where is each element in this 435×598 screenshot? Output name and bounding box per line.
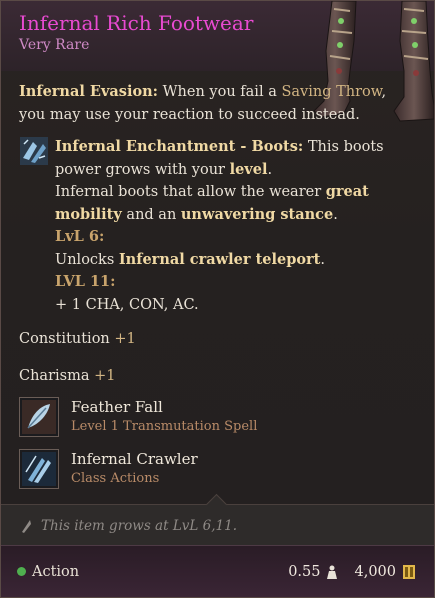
crawler-teleport-keyword: Infernal crawler teleport [118,250,321,268]
level-11-label: LVL 11: [55,273,116,290]
stat-charisma: Charisma +1 [19,365,416,388]
stat-label: Charisma [19,367,90,384]
stat-label: Constitution [19,331,110,347]
tooltip-pointer [205,493,228,516]
action-indicator: Action [17,564,79,580]
passive-text-a: When you fail a [158,84,282,100]
spell-feather-fall[interactable]: Feather Fall Level 1 Transmutation Spell [19,397,416,441]
passive-description: Infernal Evasion: When you fail a Saving… [19,81,416,126]
unwavering-stance-keyword: unwavering stance [180,205,334,223]
action-label: Action [32,563,80,580]
item-values: 0.55 4,000 [288,564,416,580]
price-value: 4,000 [354,563,396,580]
level-6-text-b: . [320,251,325,268]
weight-icon [327,565,338,579]
action-dot-icon [17,567,26,576]
level-6-text: Unlocks Infernal crawler teleport. [55,249,416,272]
stat-bonus: +1 [114,331,136,347]
level-11-text: + 1 CHA, CON, AC. [55,296,199,313]
saving-throw-link[interactable]: Saving Throw [281,84,381,100]
enchantment-detail: Infernal boots that allow the wearer gre… [55,181,416,226]
spell-subtitle: Class Actions [71,471,160,486]
detail-text-c: . [333,206,338,223]
enchantment-summary: Infernal Enchantment - Boots: This boots… [55,136,416,181]
enchantment-name: Infernal Enchantment - Boots: [55,138,304,155]
level-6-text-a: Unlocks [55,251,119,268]
tooltip-body: Infernal Evasion: When you fail a Saving… [1,71,434,493]
feather-icon [19,397,59,437]
item-tooltip: Infernal Rich Footwear Very Rare Inferna… [0,0,435,598]
level-keyword: level [229,160,268,178]
tooltip-header: Infernal Rich Footwear Very Rare [1,1,434,122]
spell-infernal-crawler[interactable]: Infernal Crawler Class Actions [19,449,416,493]
tooltip-footer: Action 0.55 4,000 [1,545,434,597]
growth-note-bar: This item grows at LvL 6,11. [1,493,434,546]
stat-constitution: Constitution +1 [19,328,416,351]
spell-name: Feather Fall [71,398,163,416]
enchantment-text-b: . [267,161,273,178]
claw-icon [19,449,59,489]
spell-subtitle: Level 1 Transmutation Spell [71,419,258,434]
level-6-label: LvL 6: [55,228,105,245]
enchantment-icon [20,137,48,165]
stat-bonus: +1 [94,367,116,384]
weight-value: 0.55 [288,563,321,580]
enchantment-block: Infernal Enchantment - Boots: This boots… [19,136,416,316]
passive-name: Infernal Evasion: [19,83,159,100]
spell-name: Infernal Crawler [71,450,198,468]
detail-text-b: and an [121,206,181,223]
growth-icon [22,519,31,533]
gold-coin-icon [403,564,415,579]
growth-note: This item grows at LvL 6,11. [41,517,238,534]
detail-text-a: Infernal boots that allow the wearer [55,184,326,200]
